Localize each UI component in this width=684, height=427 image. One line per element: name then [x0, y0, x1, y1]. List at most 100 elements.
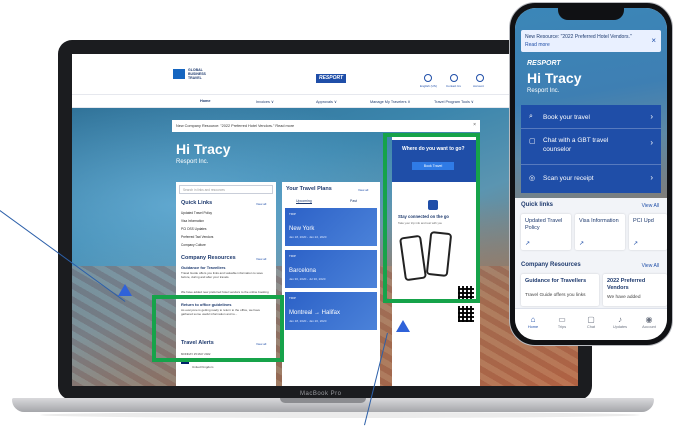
chat-icon: ▢: [587, 315, 595, 324]
bell-icon: ♪: [618, 315, 622, 324]
action-label: Chat with a GBT travel counselor: [543, 137, 609, 153]
contact-link[interactable]: Contact Us: [446, 84, 461, 88]
quick-link-item[interactable]: Preferred Taxi Vendors: [181, 235, 269, 239]
phone-tab-bar: ⌂ Home ▭ Trips ▢ Chat ♪ Updates ◉ Accoun…: [515, 308, 667, 340]
alert-location: United Kingdom: [192, 365, 214, 369]
trip-tag: TRIP: [289, 254, 296, 258]
tab-label: Chat: [586, 325, 596, 329]
laptop-brand-label: MacBook Pro: [300, 391, 342, 397]
trip-card[interactable]: TRIP Montreal → Halifax Jan 18, 2020 - J…: [285, 292, 377, 330]
globe-icon[interactable]: [424, 74, 432, 82]
headset-icon[interactable]: [450, 74, 458, 82]
chevron-right-icon: ›: [650, 112, 653, 121]
trip-card[interactable]: TRIP Barcelona Jan 30, 2020 - Jul 30, 20…: [285, 250, 377, 288]
chevron-right-icon: ›: [650, 138, 653, 147]
nav-approvals[interactable]: Approvals ∨: [316, 99, 337, 104]
resource-banner: New Company Resource: "2022 Preferred Ho…: [172, 120, 480, 132]
suitcase-icon: ▭: [558, 315, 566, 324]
tab-home[interactable]: ⌂ Home: [519, 315, 547, 329]
tab-updates[interactable]: ♪ Updates: [606, 315, 634, 329]
tab-label: Trips: [557, 325, 567, 329]
tab-label: Home: [527, 325, 539, 329]
company-resources-view-all[interactable]: View all: [256, 257, 266, 261]
nav-travel-program-tools[interactable]: Travel Program Tools ∨: [434, 99, 474, 104]
phone-banner-read-more[interactable]: Read more: [525, 42, 550, 48]
arrow-up-right-icon: ↗: [633, 241, 639, 247]
qr-code-icon[interactable]: [458, 306, 474, 322]
phone-quick-link-card[interactable]: PCI Upd ↗: [629, 214, 667, 250]
quick-links-title: Quick Links: [181, 200, 213, 206]
tab-chat[interactable]: ▢ Chat: [577, 315, 605, 329]
card-label: Updated Travel Policy: [525, 218, 563, 231]
close-icon[interactable]: ×: [651, 36, 656, 45]
arrow-up-icon: [118, 284, 132, 296]
tab-past[interactable]: Past: [350, 199, 357, 203]
card-label: PCI Upd: [633, 218, 654, 224]
tab-label: Updates: [612, 325, 628, 329]
guidance-title[interactable]: Guidance for Travellers: [181, 265, 225, 270]
quick-link-item[interactable]: Updated Travel Policy: [181, 211, 269, 215]
tab-account[interactable]: ◉ Account: [635, 315, 663, 329]
laptop-screen: GLOBAL BUSINESS TRAVEL RESPORT English (…: [72, 54, 578, 386]
action-label: Scan your receipt: [543, 175, 594, 182]
account-link[interactable]: Account: [473, 84, 484, 88]
company-name: Resport Inc.: [176, 159, 209, 165]
phone-banner-text: New Resource: "2022 Preferred Hotel Vend…: [525, 34, 632, 40]
trip-dates: Jan 30, 2020 - Jul 30, 2020: [289, 277, 326, 281]
close-icon[interactable]: ×: [473, 122, 476, 128]
trip-dates: Jan 18, 2020 - Jan 22, 2020: [289, 235, 327, 239]
quick-links-view-all[interactable]: View all: [256, 202, 266, 206]
amex-logo-icon[interactable]: [173, 69, 185, 79]
nav-manage-travelers[interactable]: Manage My Travelers ∨: [370, 99, 410, 104]
phone-quick-links-view-all[interactable]: View All: [642, 203, 659, 209]
tab-label: Account: [642, 325, 656, 329]
trip-city: New York: [289, 226, 315, 232]
site-header: GLOBAL BUSINESS TRAVEL RESPORT English (…: [72, 54, 578, 90]
trip-city: Barcelona: [289, 268, 317, 274]
laptop-shadow: [40, 412, 640, 418]
phone-quick-link-card[interactable]: Visa Information ↗: [575, 214, 625, 250]
trip-city: Montreal → Halifax: [289, 310, 341, 316]
phone-resport-logo: RESPORT: [527, 60, 561, 67]
camera-icon: ◎: [529, 175, 536, 182]
card-label: Visa Information: [579, 218, 619, 224]
phone-resource-card[interactable]: 2022 Preferred Vendors We have added: [603, 274, 667, 306]
nav-home[interactable]: Home: [200, 99, 211, 103]
nav-invoices[interactable]: Invoices ∨: [256, 99, 274, 104]
user-icon[interactable]: [476, 74, 484, 82]
card-body: Travel Guide offers you links: [525, 293, 586, 298]
phone-quick-link-card[interactable]: Updated Travel Policy ↗: [521, 214, 571, 250]
quick-link-item[interactable]: Visa Information: [181, 219, 269, 223]
travel-plans-panel: Your Travel Plans View all Upcoming Past…: [282, 182, 380, 386]
language-link[interactable]: English (US): [420, 84, 437, 88]
resport-logo[interactable]: RESPORT: [316, 74, 346, 83]
guidance-body: Travel Guide offers you links and valuab…: [181, 271, 263, 279]
trip-tag: TRIP: [289, 296, 296, 300]
greeting-title: Hi Tracy: [176, 141, 231, 157]
phone-company-resources: Company Resources View All Guidance for …: [515, 260, 667, 308]
scan-receipt-action[interactable]: ◎ Scan your receipt ›: [521, 165, 661, 193]
tab-trips[interactable]: ▭ Trips: [548, 315, 576, 329]
phone-company-resources-title: Company Resources: [521, 262, 581, 268]
main-nav: Home Invoices ∨ Approvals ∨ Manage My Tr…: [72, 94, 578, 108]
travel-plans-view-all[interactable]: View all: [358, 188, 368, 192]
action-label: Book your travel: [543, 114, 590, 121]
chat-icon: ▢: [529, 138, 536, 145]
resource-banner-text[interactable]: New Company Resource: "2022 Preferred Ho…: [176, 124, 294, 128]
book-travel-action[interactable]: ⌕ Book your travel ›: [521, 105, 661, 129]
company-resources-title: Company Resources: [181, 255, 236, 261]
tab-upcoming[interactable]: Upcoming: [296, 199, 312, 204]
search-icon: ⌕: [529, 113, 533, 120]
trip-card[interactable]: TRIP New York Jan 18, 2020 - Jan 22, 202…: [285, 208, 377, 246]
quick-link-item[interactable]: Company Culture: [181, 243, 269, 247]
phone-screen: New Resource: "2022 Preferred Hotel Vend…: [515, 8, 667, 340]
chat-counselor-action[interactable]: ▢ Chat with a GBT travel counselor ›: [521, 129, 661, 165]
arrow-up-icon: [396, 320, 410, 332]
trip-tag: TRIP: [289, 212, 296, 216]
phone-company-resources-view-all[interactable]: View All: [642, 263, 659, 269]
home-icon: ⌂: [530, 315, 536, 324]
phone-resource-banner: New Resource: "2022 Preferred Hotel Vend…: [521, 30, 661, 52]
phone-resource-card[interactable]: Guidance for Travellers Travel Guide off…: [521, 274, 599, 306]
quick-link-item[interactable]: PCI DSS Updates: [181, 227, 269, 231]
search-input[interactable]: Search in links and resources: [179, 185, 273, 194]
